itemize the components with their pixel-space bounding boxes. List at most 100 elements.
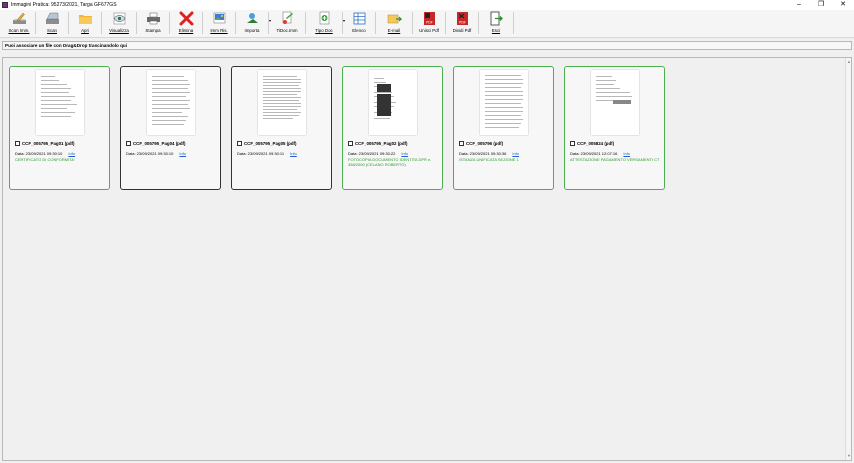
info-link[interactable]: Info	[512, 151, 519, 156]
thumbnail-text-line	[374, 82, 386, 83]
close-button[interactable]: ✕	[832, 0, 854, 10]
toolbar-separator	[136, 12, 137, 34]
thumbnail-text-line	[263, 109, 297, 110]
thumbnail-text-line	[152, 96, 186, 97]
thumbnail-text-line	[152, 112, 182, 113]
document-card[interactable]: CCF_005795_Pag05 (pdf) Data: 23/09/2021 0…	[231, 66, 332, 190]
elimina-button[interactable]: Elimina	[171, 10, 201, 36]
stampa-button[interactable]: Stampa	[138, 10, 168, 36]
thumbnail-text-line	[152, 116, 188, 117]
thumbnail-text-line	[41, 88, 71, 89]
select-checkbox[interactable]	[570, 141, 575, 146]
scan-button[interactable]: Scan	[37, 10, 67, 36]
visualizza-button[interactable]: Visualizza	[103, 10, 135, 36]
document-thumbnail[interactable]	[147, 70, 195, 135]
vertical-scrollbar[interactable]: ▲ ▼	[845, 58, 851, 460]
select-checkbox[interactable]	[459, 141, 464, 146]
scanner-pen-icon	[12, 11, 27, 26]
imm-ris-label: Imm Ris.	[210, 28, 228, 33]
stampa-label: Stampa	[145, 28, 161, 33]
thumbnail-text-line	[596, 92, 630, 93]
info-link[interactable]: Info	[68, 151, 75, 156]
svg-text:PDF: PDF	[426, 21, 433, 25]
minimize-button[interactable]: –	[788, 0, 810, 10]
document-filename: CCF_005795_Pag04 (pdf)	[133, 141, 186, 146]
esci-button[interactable]: Esci	[480, 10, 512, 36]
document-header: CCF_005795_Pag02 (pdf)	[348, 141, 407, 146]
thumbnail-text-line	[485, 91, 523, 92]
dividi-pdf-button[interactable]: PDF Dividi Pdf	[447, 10, 477, 36]
thumbnail-barcode-block	[613, 100, 631, 104]
email-label: E-mail	[387, 28, 401, 33]
drag-drop-zone[interactable]: Puoi associare un file con Drag&Drop tra…	[2, 41, 852, 50]
document-thumbnail[interactable]	[369, 70, 417, 135]
document-thumbnail[interactable]	[36, 70, 84, 135]
dividi-pdf-label: Dividi Pdf	[452, 28, 472, 33]
thumbnail-text-line	[263, 88, 301, 89]
doc-type-icon	[280, 11, 295, 26]
info-link[interactable]: Info	[179, 151, 186, 156]
unisci-pdf-button[interactable]: PDF Unisci Pdf	[414, 10, 444, 36]
info-link[interactable]: Info	[401, 151, 408, 156]
toolbar-separator	[202, 12, 203, 34]
thumbnail-text-line	[152, 88, 188, 89]
document-date: Data: 23/09/2021 09:30:10	[15, 151, 63, 156]
scroll-down-icon[interactable]: ▼	[846, 453, 852, 459]
document-card[interactable]: CCF_005795_Pag01 (pdf) Data: 23/09/2021 0…	[9, 66, 110, 190]
title-bar: Immagini Pratica: 95273/2021, Targa GF67…	[0, 0, 854, 10]
thumbnail-text-line	[596, 88, 620, 89]
toolbar-separator	[101, 12, 102, 34]
document-header: CCF_005795_Pag01 (pdf)	[15, 141, 74, 146]
elenco-button[interactable]: Elenco	[344, 10, 374, 36]
select-checkbox[interactable]	[15, 141, 20, 146]
document-card[interactable]: CCF_005824 (pdf) Data: 23/09/2021 12:07:1…	[564, 66, 665, 190]
thumbnail-text-line	[485, 99, 523, 100]
select-checkbox[interactable]	[126, 141, 131, 146]
scroll-up-icon[interactable]: ▲	[846, 59, 852, 65]
thumbnail-text-line	[485, 83, 523, 84]
toolbar-separator	[412, 12, 413, 34]
info-link[interactable]: Info	[290, 151, 297, 156]
eye-icon	[112, 11, 127, 26]
document-card[interactable]: CCF_005795_Pag04 (pdf) Data: 23/09/2021 0…	[120, 66, 221, 190]
scan-imm-button[interactable]: Scan Imm.	[4, 10, 34, 36]
document-card[interactable]: CCF_005795_Pag02 (pdf) Data: 23/09/2021 0…	[342, 66, 443, 190]
document-card[interactable]: CCF_005796 (pdf) Data: 23/09/2021 09:30:3…	[453, 66, 554, 190]
visualizza-label: Visualizza	[109, 28, 129, 33]
importa-button[interactable]: Importa ▾	[237, 10, 271, 36]
thumbnail-text-line	[485, 79, 523, 80]
thumbnail-text-line	[41, 112, 75, 113]
select-checkbox[interactable]	[348, 141, 353, 146]
imm-ris-button[interactable]: Imm Ris.	[204, 10, 234, 36]
tidoc-button[interactable]: TiDoc.Imm	[270, 10, 304, 36]
document-filename: CCF_005796 (pdf)	[466, 141, 504, 146]
document-meta: Data: 23/09/2021 09:30:10 Info	[15, 151, 75, 156]
svg-text:PDF: PDF	[459, 21, 466, 25]
email-button[interactable]: E-mail	[377, 10, 411, 36]
info-link[interactable]: Info	[623, 151, 630, 156]
document-thumbnail[interactable]	[258, 70, 306, 135]
email-icon	[387, 11, 402, 26]
document-header: CCF_005795_Pag05 (pdf)	[237, 141, 296, 146]
thumbnail-text-line	[152, 124, 184, 125]
toolbar-separator	[478, 12, 479, 34]
document-thumbnail[interactable]	[591, 70, 639, 135]
select-checkbox[interactable]	[237, 141, 242, 146]
scanner-icon	[45, 11, 60, 26]
thumbnail-text-line	[263, 103, 301, 104]
thumbnail-text-line	[263, 91, 301, 92]
image-restore-icon	[212, 11, 227, 26]
thumbnail-text-line	[596, 84, 614, 85]
thumbnail-text-line	[263, 94, 297, 95]
apri-button[interactable]: Apri	[70, 10, 100, 36]
toolbar-separator	[169, 12, 170, 34]
tipo-doc-button[interactable]: Tipo Doc ▾	[307, 10, 345, 36]
document-thumbnail[interactable]	[480, 70, 528, 135]
document-meta: Data: 23/09/2021 09:30:10 Info	[126, 151, 186, 156]
document-date: Data: 23/09/2021 09:30:11	[237, 151, 285, 156]
maximize-button[interactable]: ❐	[810, 0, 832, 10]
thumbnail-text-line	[485, 87, 521, 88]
thumbnail-text-line	[152, 76, 184, 77]
thumbnail-text-line	[263, 85, 299, 86]
split-pdf-icon: PDF	[455, 11, 470, 26]
